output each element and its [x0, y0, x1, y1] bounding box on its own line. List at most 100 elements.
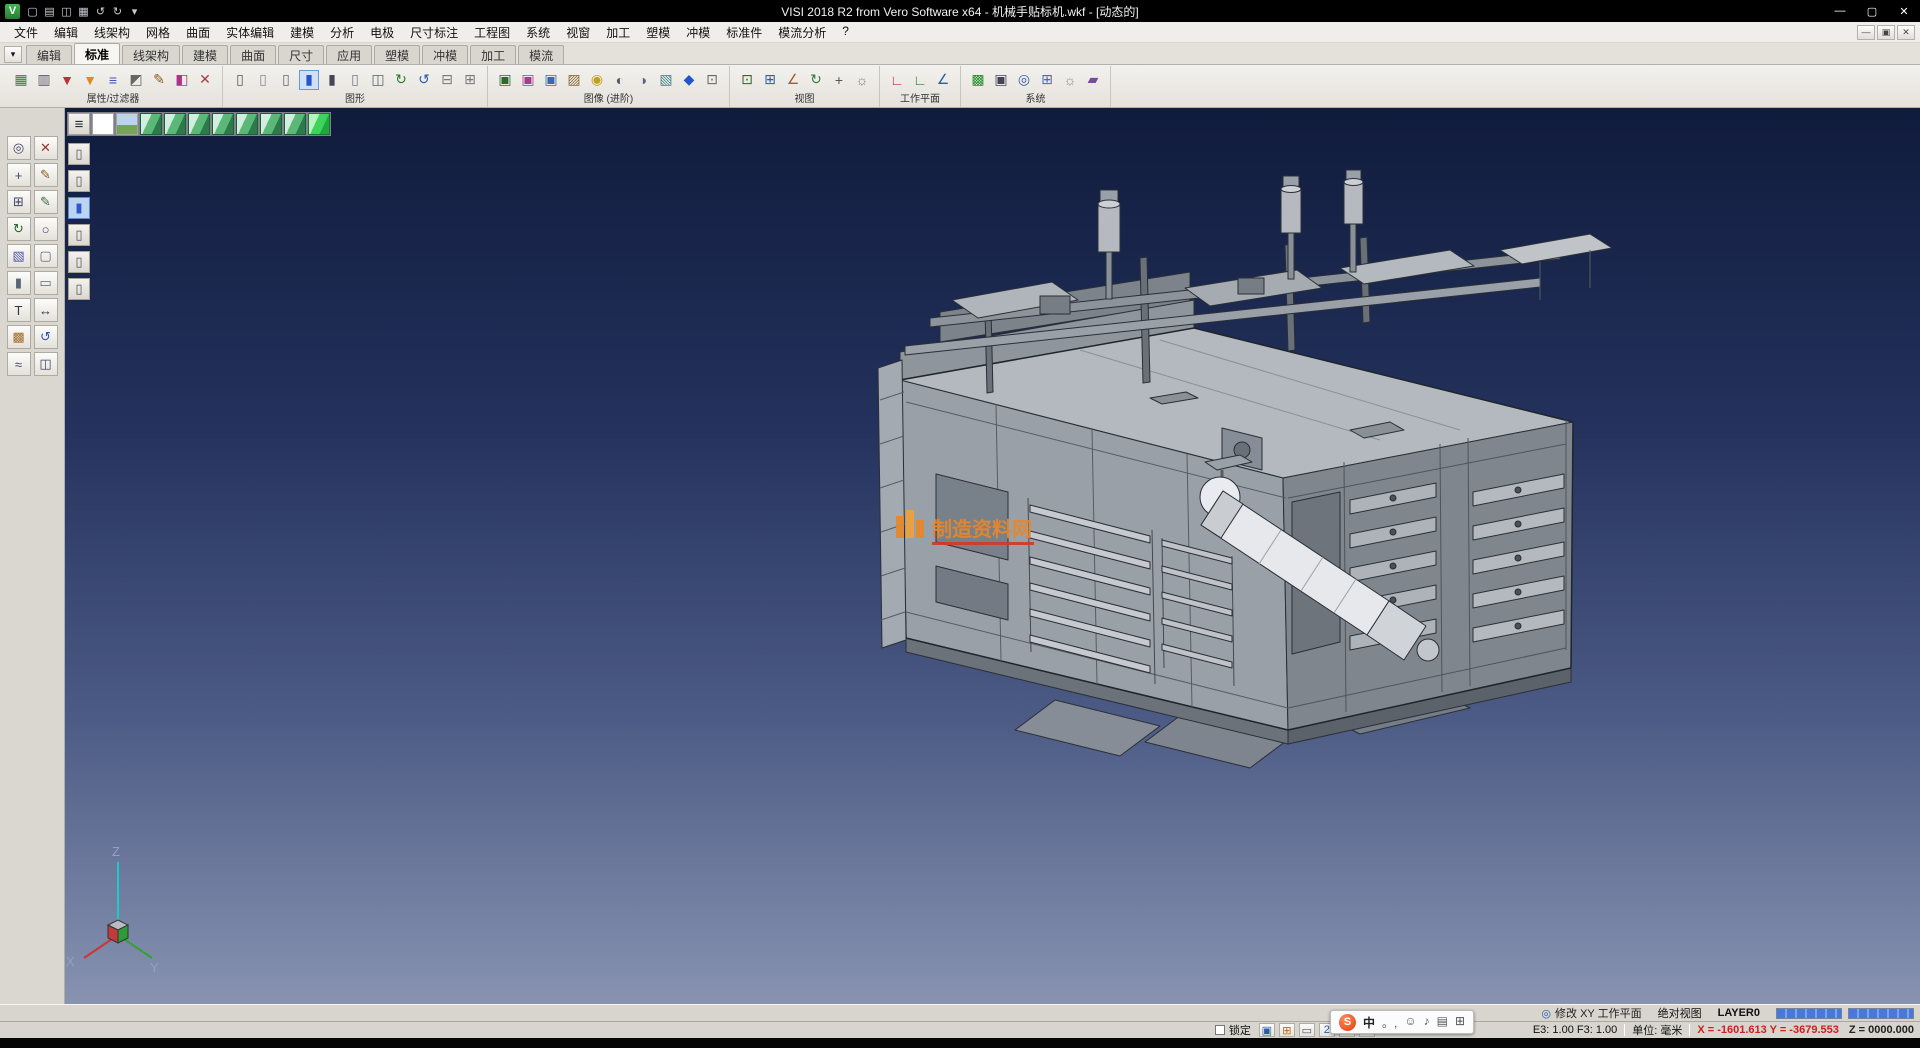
lighting-icon[interactable]: ◉ [587, 70, 607, 90]
measure-icon[interactable]: ∠ [783, 70, 803, 90]
shaded-display-icon[interactable]: ▮ [299, 70, 319, 90]
maximize-button[interactable]: ▢ [1856, 0, 1888, 22]
iso-view-icon[interactable] [140, 113, 162, 135]
view-capture-icon[interactable] [116, 113, 138, 135]
ime-punctuation-icon[interactable]: 。, [1382, 1014, 1397, 1031]
snap-settings-icon[interactable]: ⊞ [1279, 1023, 1295, 1037]
sketch-edit-icon[interactable]: ✎ [34, 163, 58, 187]
color-attributes-icon[interactable]: ◧ [172, 70, 192, 90]
save-icon[interactable]: ◫ [59, 3, 74, 19]
view-filter-custom-icon[interactable]: ▯ [68, 278, 90, 300]
ribbon-tab[interactable]: 建模 [182, 45, 228, 64]
workplane-xy-icon[interactable]: ∟ [887, 70, 907, 90]
texture-map-icon[interactable]: ▨ [564, 70, 584, 90]
minimize-button[interactable]: — [1824, 0, 1856, 22]
system-options-icon[interactable]: ☼ [1060, 70, 1080, 90]
mdi-close-button[interactable]: ✕ [1897, 25, 1915, 40]
mdi-restore-button[interactable]: ▣ [1877, 25, 1895, 40]
workplane-free-icon[interactable]: ∠ [933, 70, 953, 90]
model-viewport[interactable]: 制造资料网 Z X Y [65, 108, 1920, 1004]
menu-item[interactable]: 视窗 [558, 22, 598, 43]
ime-emoji-icon[interactable]: ☺ [1404, 1014, 1416, 1031]
menu-item[interactable]: 建模 [282, 22, 322, 43]
shadow-toggle-icon[interactable]: ◐ [610, 70, 630, 90]
ribbon-tab[interactable]: 加工 [470, 45, 516, 64]
color-table-icon[interactable]: ▩ [968, 70, 988, 90]
active-layer-label[interactable]: LAYER0 [1718, 1007, 1760, 1019]
new-file-icon[interactable]: ▢ [25, 3, 40, 19]
reflection-icon[interactable]: ◑ [633, 70, 653, 90]
mdi-minimize-button[interactable]: — [1857, 25, 1875, 40]
text-create-icon[interactable]: T [7, 298, 31, 322]
ribbon-tab[interactable]: 模流 [518, 45, 564, 64]
menu-item[interactable]: 标准件 [718, 22, 770, 43]
layer-manager-icon[interactable]: ≡ [103, 70, 123, 90]
menu-item[interactable]: 尺寸标注 [402, 22, 466, 43]
view-mode-label[interactable]: 绝对视图 [1658, 1005, 1702, 1021]
advanced-image-settings-icon[interactable]: ⊡ [702, 70, 722, 90]
undo-history-icon[interactable]: ↺ [34, 325, 58, 349]
menu-item[interactable]: 冲模 [678, 22, 718, 43]
prompt-toggle-icon[interactable]: ▣ [1259, 1023, 1275, 1037]
polyline-icon[interactable]: ✎ [34, 190, 58, 214]
graphics-settings-icon[interactable]: ⊞ [460, 70, 480, 90]
menu-item[interactable]: 模流分析 [770, 22, 834, 43]
wireframe-display-icon[interactable]: ▯ [230, 70, 250, 90]
menu-item[interactable]: 电极 [362, 22, 402, 43]
pan-view-icon[interactable]: + [829, 70, 849, 90]
transparent-display-icon[interactable]: ▯ [345, 70, 365, 90]
view-filter-all-icon[interactable]: ▯ [68, 143, 90, 165]
view-filter-hidden-icon[interactable]: ▯ [68, 224, 90, 246]
grid-settings-icon[interactable]: ⊞ [1037, 70, 1057, 90]
purge-icon[interactable]: ✕ [195, 70, 215, 90]
plugin-icon[interactable]: ▰ [1083, 70, 1103, 90]
zoom-select-icon[interactable]: ◎ [7, 136, 31, 160]
dimension-icon[interactable]: ↔ [34, 298, 58, 322]
print-preview-icon[interactable]: ▥ [34, 70, 54, 90]
ime-toolbox-icon[interactable]: ⊞ [1455, 1014, 1465, 1031]
tab-dropdown-button[interactable]: ▾ [4, 46, 22, 63]
attributes-table-icon[interactable]: ▦ [11, 70, 31, 90]
menu-item[interactable]: 线架构 [86, 22, 138, 43]
print-icon[interactable]: ▦ [76, 3, 91, 19]
transparency-icon[interactable]: ◆ [679, 70, 699, 90]
menu-item[interactable]: 分析 [322, 22, 362, 43]
extrude-icon[interactable]: ▮ [7, 271, 31, 295]
ribbon-tab[interactable]: 尺寸 [278, 45, 324, 64]
section-display-icon[interactable]: ◫ [368, 70, 388, 90]
rotate-element-icon[interactable]: ↻ [7, 217, 31, 241]
world-settings-icon[interactable]: ◎ [1014, 70, 1034, 90]
ime-voice-icon[interactable]: ♪ [1424, 1014, 1430, 1031]
dynamic-rotation-icon[interactable]: ↻ [806, 70, 826, 90]
lock-checkbox[interactable] [1215, 1025, 1225, 1035]
menu-item[interactable]: 网格 [138, 22, 178, 43]
single-view-icon[interactable] [92, 113, 114, 135]
menu-item[interactable]: 工程图 [466, 22, 518, 43]
redo-icon[interactable]: ↻ [110, 3, 125, 19]
menu-item[interactable]: 系统 [518, 22, 558, 43]
match-properties-icon[interactable]: ✎ [149, 70, 169, 90]
plane-indicator-icon[interactable]: ▭ [1299, 1023, 1315, 1037]
ribbon-tab[interactable]: 线架构 [122, 45, 180, 64]
save-model-icon[interactable]: ◫ [34, 352, 58, 376]
zoom-extents-icon[interactable]: ⊞ [760, 70, 780, 90]
point-create-icon[interactable]: + [7, 163, 31, 187]
ribbon-tab[interactable]: 编辑 [26, 45, 72, 64]
profile-icon[interactable]: ≈ [7, 352, 31, 376]
document-icon[interactable]: ▭ [34, 271, 58, 295]
static-render-icon[interactable]: ▣ [495, 70, 515, 90]
menu-item[interactable]: 编辑 [46, 22, 86, 43]
top-view-icon[interactable] [164, 113, 186, 135]
element-filter-icon[interactable]: ▼ [57, 70, 77, 90]
view-filter-section-icon[interactable]: ▯ [68, 251, 90, 273]
delete-element-icon[interactable]: ✕ [34, 136, 58, 160]
open-file-icon[interactable]: ▤ [42, 3, 57, 19]
undo-icon[interactable]: ↺ [93, 3, 108, 19]
selection-mask-icon[interactable]: ◩ [126, 70, 146, 90]
material-editor-icon[interactable]: ▣ [541, 70, 561, 90]
dynamic-view-icon[interactable] [308, 113, 330, 135]
hidden-line-display-icon[interactable]: ▯ [253, 70, 273, 90]
menu-item[interactable]: 文件 [6, 22, 46, 43]
menu-item[interactable]: 塑模 [638, 22, 678, 43]
solid-create-icon[interactable]: ▧ [7, 244, 31, 268]
